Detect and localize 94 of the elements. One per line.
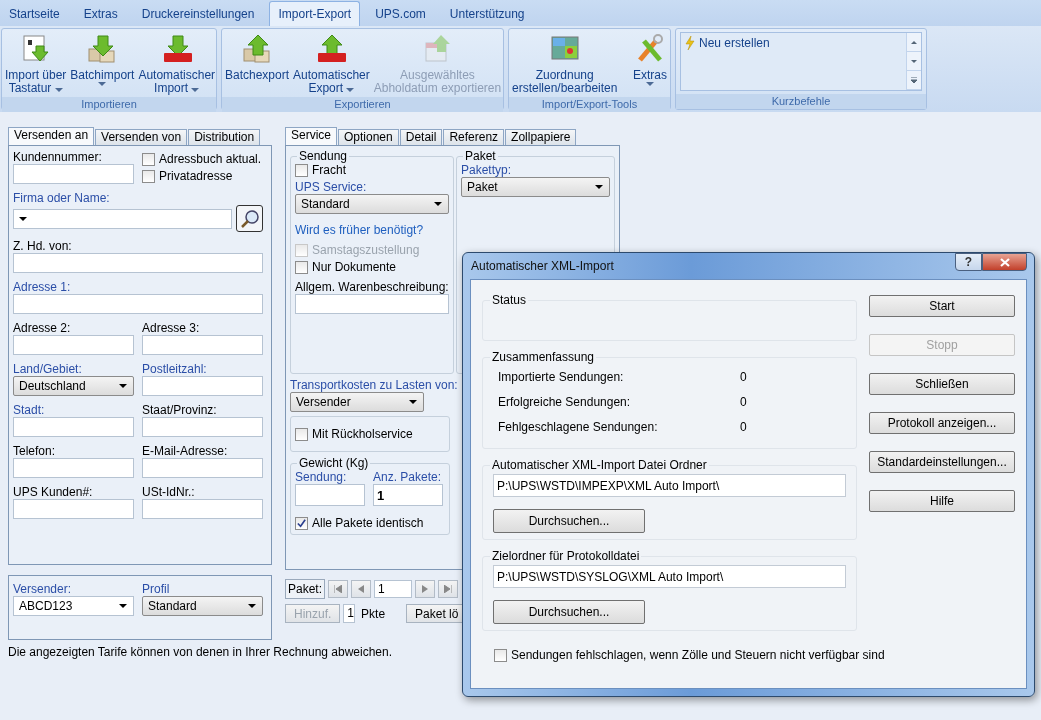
unit-label: Pkte	[361, 606, 386, 621]
count-field: 1	[343, 604, 356, 623]
dropdown[interactable]: Paket	[461, 177, 610, 197]
field-label: Land/Gebiet:	[13, 362, 82, 376]
form-tab[interactable]: Service	[285, 127, 337, 145]
form-tab[interactable]: Versenden von	[95, 129, 188, 145]
group-title: Gewicht (Kg)	[298, 456, 370, 470]
ribbon-button[interactable]: Import über Tastatur	[4, 31, 68, 97]
summary-value: 0	[740, 395, 748, 409]
path-field[interactable]: P:\UPS\WSTD\SYSLOG\XML Auto Import\	[493, 565, 846, 588]
form-tab[interactable]: Zollpapiere	[505, 129, 577, 145]
browse-button[interactable]: Durchsuchen...	[493, 600, 645, 624]
group-title: Sendung	[298, 149, 349, 163]
notice-text: Die angezeigten Tarife können von denen in Ihrer Rechnung abweichen.	[8, 645, 393, 659]
ribbon-tab[interactable]: Unterstützung	[440, 1, 534, 26]
ribbon-tab[interactable]: Druckereinstellungen	[132, 1, 264, 26]
dialog-button[interactable]: Hilfe	[869, 490, 1015, 512]
form-tab[interactable]: Optionen	[338, 129, 399, 145]
field-label: Adresse 3:	[142, 321, 200, 335]
field-label: UPS Service:	[295, 180, 367, 194]
ribbon-tab[interactable]: Startseite	[0, 1, 69, 26]
field-label: E-Mail-Adresse:	[142, 444, 228, 458]
field-label: Profil	[142, 582, 170, 596]
summary-label: Importierte Sendungen:	[498, 370, 625, 384]
form-tab[interactable]: Versenden an	[8, 127, 95, 145]
field-label: Stadt:	[13, 403, 45, 417]
link[interactable]: Wird es früher benötigt?	[295, 223, 449, 237]
ribbon-tab[interactable]: Import-Export	[269, 1, 361, 26]
field-label: Staat/Provinz:	[142, 403, 217, 417]
field-label: Telefon:	[13, 444, 56, 458]
field-label: Kundennummer:	[13, 150, 102, 164]
page-field[interactable]: 1	[374, 580, 413, 598]
window-title: Automatischer XML-Import	[470, 259, 614, 273]
summary-value: 0	[740, 370, 748, 384]
browse-button[interactable]: Durchsuchen...	[493, 509, 645, 533]
group-title: Status	[491, 293, 528, 307]
delete-button[interactable]: Paket lö	[406, 604, 462, 623]
dialog-button[interactable]: Standardeinstellungen...	[869, 451, 1015, 473]
ribbon-tab[interactable]: Extras	[74, 1, 127, 26]
group-label: Exportieren	[222, 97, 503, 112]
checkbox-label: Nur Dokumente	[312, 260, 397, 274]
field-label: Adresse 1:	[13, 280, 71, 294]
field-label: Paket:	[285, 579, 326, 599]
ribbon-button[interactable]: Automatischer Export	[292, 31, 371, 97]
summary-label: Fehlgeschlagene Sendungen:	[498, 420, 659, 434]
checkbox-label: Mit Rückholservice	[312, 427, 413, 441]
ribbon-button[interactable]: Batchimport	[69, 31, 136, 97]
ribbon-button[interactable]: Batchexport	[224, 31, 291, 97]
form-tab[interactable]: Distribution	[188, 129, 261, 145]
checkbox-label: Privatadresse	[159, 169, 233, 183]
field-label: USt-IdNr.:	[142, 485, 195, 499]
shortcut-item[interactable]: Neu erstellen	[699, 36, 770, 50]
summary-label: Erfolgreiche Sendungen:	[498, 395, 632, 409]
field-label: Anz. Pakete:	[373, 470, 442, 484]
group-label: Kurzbefehle	[676, 94, 926, 109]
ribbon-button[interactable]: Zuordnung erstellen/bearbeiten	[511, 31, 619, 97]
ribbon-button[interactable]: Extras	[632, 31, 668, 97]
field-label: Adresse 2:	[13, 321, 71, 335]
ribbon-tab[interactable]: UPS.com	[366, 1, 435, 26]
field-label: Sendung:	[295, 470, 347, 484]
path-field[interactable]: P:\UPS\WSTD\IMPEXP\XML Auto Import\	[493, 474, 846, 497]
field-label: Z. Hd. von:	[13, 239, 72, 253]
field-label: Allgem. Warenbeschreibung:	[295, 280, 449, 294]
group-title: Automatischer XML-Import Datei Ordner	[491, 458, 708, 472]
field-label: Pakettyp:	[461, 163, 512, 177]
dropdown[interactable]: Deutschland	[13, 376, 134, 396]
checkbox-label: Adressbuch aktual.	[159, 152, 262, 166]
field-label: Transportkosten zu Lasten von:	[290, 378, 458, 392]
checkbox-label: Alle Pakete identisch	[312, 516, 424, 530]
dropdown[interactable]: Versender	[290, 392, 424, 412]
group-label: Importieren	[2, 97, 216, 112]
field-label: Versender:	[13, 582, 72, 596]
checkbox-label: Samstagszustellung	[312, 243, 420, 257]
ribbon-button[interactable]: Automatischer Import	[137, 31, 217, 97]
form-tab[interactable]: Referenz	[443, 129, 505, 145]
group-label: Import/Export-Tools	[509, 97, 670, 112]
dropdown[interactable]: ABCD123	[13, 596, 134, 616]
field-label: Postleitzahl:	[142, 362, 207, 376]
checkbox-label: Sendungen fehlschlagen, wenn Zölle und Steuern nicht verfügbar sind	[511, 648, 885, 662]
field-label: UPS Kunden#:	[13, 485, 93, 499]
summary-value: 0	[740, 420, 748, 434]
field-label: Firma oder Name:	[13, 191, 110, 205]
dialog-button[interactable]: Start	[869, 295, 1015, 317]
checkbox-label: Fracht	[312, 163, 346, 177]
dialog-button[interactable]: Protokoll anzeigen...	[869, 412, 1015, 434]
dropdown[interactable]: Standard	[142, 596, 263, 616]
group-title: Paket	[464, 149, 497, 163]
dropdown[interactable]: Standard	[295, 194, 449, 214]
group-title: Zusammenfassung	[491, 350, 596, 364]
text-field[interactable]: 1	[373, 484, 443, 506]
dialog-button[interactable]: Schließen	[869, 373, 1015, 395]
help-button[interactable]: ?	[955, 253, 982, 271]
form-tab[interactable]: Detail	[399, 129, 443, 145]
group-title: Zielordner für Protokolldatei	[491, 549, 641, 563]
